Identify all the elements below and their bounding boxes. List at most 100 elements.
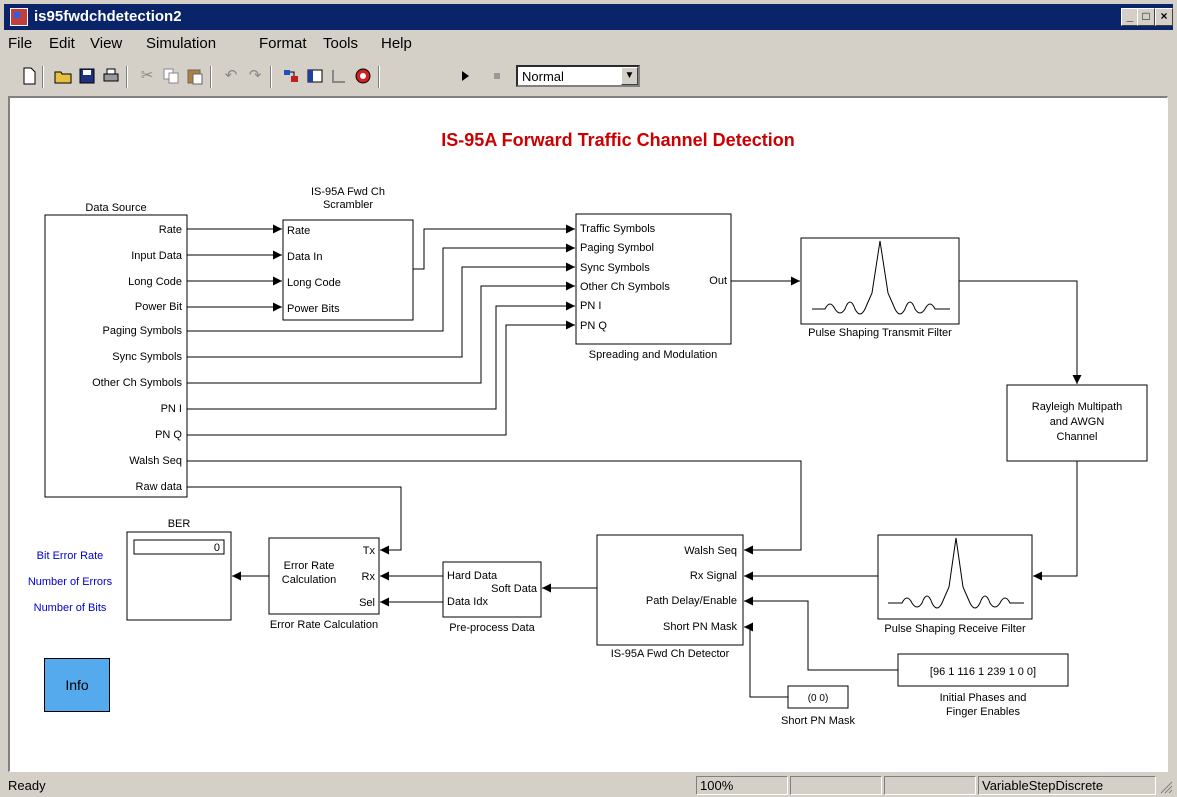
pn-mask-value: (0 0) [808, 693, 829, 704]
error-rate-inner-line1: Error Rate [284, 560, 335, 572]
port-label: Data Idx [447, 596, 488, 608]
port-label: Rate [287, 225, 310, 237]
port-label: Walsh Seq [129, 455, 182, 467]
redo-icon[interactable]: ↷ [246, 67, 264, 85]
port-label: Long Code [128, 276, 182, 288]
status-field [884, 776, 976, 795]
port-label: Data In [287, 251, 322, 263]
ber-value: 0 [214, 542, 220, 554]
open-folder-icon[interactable] [54, 67, 72, 85]
preprocess-label: Pre-process Data [449, 622, 535, 634]
channel-label-line2: and AWGN [1050, 416, 1105, 428]
toggle-icon[interactable] [330, 67, 348, 85]
phases-constant-value: [96 1 116 1 239 1 0 0] [930, 666, 1036, 678]
bit-error-rate-label: Bit Error Rate [37, 550, 104, 562]
window-title: is95fwdchdetection2 [34, 8, 182, 25]
port-label: Paging Symbol [580, 242, 654, 254]
simulation-mode-select[interactable]: Normal ▼ [516, 65, 640, 87]
maximize-button[interactable]: □ [1137, 8, 1155, 26]
detector-label: IS-95A Fwd Ch Detector [611, 648, 730, 660]
cut-icon[interactable]: ✂ [138, 67, 156, 85]
scrambler-block[interactable]: IS-95A Fwd Ch Scrambler Rate Data In Lon… [282, 186, 414, 321]
port-label: Path Delay/Enable [646, 595, 737, 607]
zoom-level: 100% [696, 776, 788, 795]
undo-icon[interactable]: ↶ [222, 67, 240, 85]
port-label: Tx [363, 545, 376, 557]
toolbar-separator [210, 66, 212, 88]
menu-file[interactable]: File [8, 35, 32, 52]
info-button[interactable]: Info [44, 658, 110, 712]
title-bar[interactable]: is95fwdchdetection2 _ □ × [4, 4, 1173, 30]
port-label: Rate [159, 224, 182, 236]
ber-label: BER [168, 518, 191, 530]
toolbar-separator [378, 66, 380, 88]
rx-filter-block[interactable]: Pulse Shaping Receive Filter [877, 534, 1033, 635]
paste-icon[interactable] [186, 67, 204, 85]
menu-tools[interactable]: Tools [323, 35, 358, 52]
port-label: Soft Data [491, 583, 538, 595]
port-label: PN I [580, 300, 601, 312]
spreading-modulation-block[interactable]: Traffic Symbols Paging Symbol Sync Symbo… [575, 213, 732, 361]
model-canvas[interactable]: IS-95A Forward Traffic Channel Detection… [8, 96, 1168, 772]
menu-help[interactable]: Help [381, 35, 412, 52]
stop-icon[interactable] [488, 67, 506, 85]
port-label: Input Data [131, 250, 183, 262]
channel-block[interactable]: Rayleigh Multipath and AWGN Channel [1006, 384, 1148, 462]
chevron-down-icon[interactable]: ▼ [621, 67, 638, 85]
pn-mask-label: Short PN Mask [781, 715, 855, 727]
status-text: Ready [8, 778, 46, 793]
scrambler-label-line2: Scrambler [323, 199, 373, 211]
toolbar-separator [42, 66, 44, 88]
phases-constant-block[interactable]: [96 1 116 1 239 1 0 0] Initial Phases an… [897, 653, 1069, 718]
preprocess-block[interactable]: Hard Data Data Idx Soft Data Pre-process… [442, 561, 542, 634]
new-file-icon[interactable] [20, 67, 38, 85]
simulink-window: is95fwdchdetection2 _ □ × File Edit View… [0, 0, 1177, 797]
ber-display-block[interactable]: BER 0 [126, 518, 232, 621]
port-label: Rx Signal [690, 570, 737, 582]
pn-mask-constant-block[interactable]: (0 0) Short PN Mask [781, 685, 855, 727]
error-rate-inner-line2: Calculation [282, 574, 336, 586]
port-label: Sync Symbols [580, 262, 650, 274]
port-label: Rx [362, 571, 376, 583]
phases-label-line1: Initial Phases and [940, 692, 1027, 704]
tx-filter-label: Pulse Shaping Transmit Filter [808, 327, 952, 339]
toolbar-separator [126, 66, 128, 88]
channel-label-line1: Rayleigh Multipath [1032, 401, 1123, 413]
port-label: PN Q [580, 320, 607, 332]
rx-filter-label: Pulse Shaping Receive Filter [884, 623, 1026, 635]
port-label: Raw data [136, 481, 183, 493]
solver-name: VariableStepDiscrete [978, 776, 1156, 795]
print-icon[interactable] [102, 67, 120, 85]
menu-edit[interactable]: Edit [49, 35, 75, 52]
error-rate-label: Error Rate Calculation [270, 619, 378, 631]
port-label: Power Bits [287, 303, 340, 315]
library-browser-icon[interactable] [282, 67, 300, 85]
phases-label-line2: Finger Enables [946, 706, 1020, 718]
debug-icon[interactable] [354, 67, 372, 85]
start-icon[interactable] [456, 67, 474, 85]
tx-filter-block[interactable]: Pulse Shaping Transmit Filter [800, 237, 960, 339]
port-label: Other Ch Symbols [92, 377, 182, 389]
port-label: Sync Symbols [112, 351, 182, 363]
port-label: Long Code [287, 277, 341, 289]
close-button[interactable]: × [1155, 8, 1173, 26]
port-label: PN Q [155, 429, 182, 441]
menu-simulation[interactable]: Simulation [146, 35, 216, 52]
spreading-label: Spreading and Modulation [589, 349, 717, 361]
menu-view[interactable]: View [90, 35, 122, 52]
port-label: Other Ch Symbols [580, 281, 670, 293]
save-icon[interactable] [78, 67, 96, 85]
scrambler-label-line1: IS-95A Fwd Ch [311, 186, 385, 198]
detector-block[interactable]: Walsh Seq Rx Signal Path Delay/Enable Sh… [596, 534, 744, 660]
model-browser-icon[interactable] [306, 67, 324, 85]
number-of-bits-label: Number of Bits [34, 602, 107, 614]
channel-label-line3: Channel [1057, 431, 1098, 443]
data-source-block[interactable]: Data Source Rate Input Data Long Code Po… [44, 202, 188, 498]
error-rate-block[interactable]: Error Rate Calculation Tx Rx Sel Error R… [268, 537, 380, 631]
toolbar-separator [270, 66, 272, 88]
menu-format[interactable]: Format [259, 35, 307, 52]
simulation-mode-value: Normal [522, 69, 564, 84]
copy-icon[interactable] [162, 67, 180, 85]
status-bar: Ready 100% VariableStepDiscrete [4, 774, 1173, 796]
resize-grip-icon[interactable] [1157, 778, 1173, 794]
